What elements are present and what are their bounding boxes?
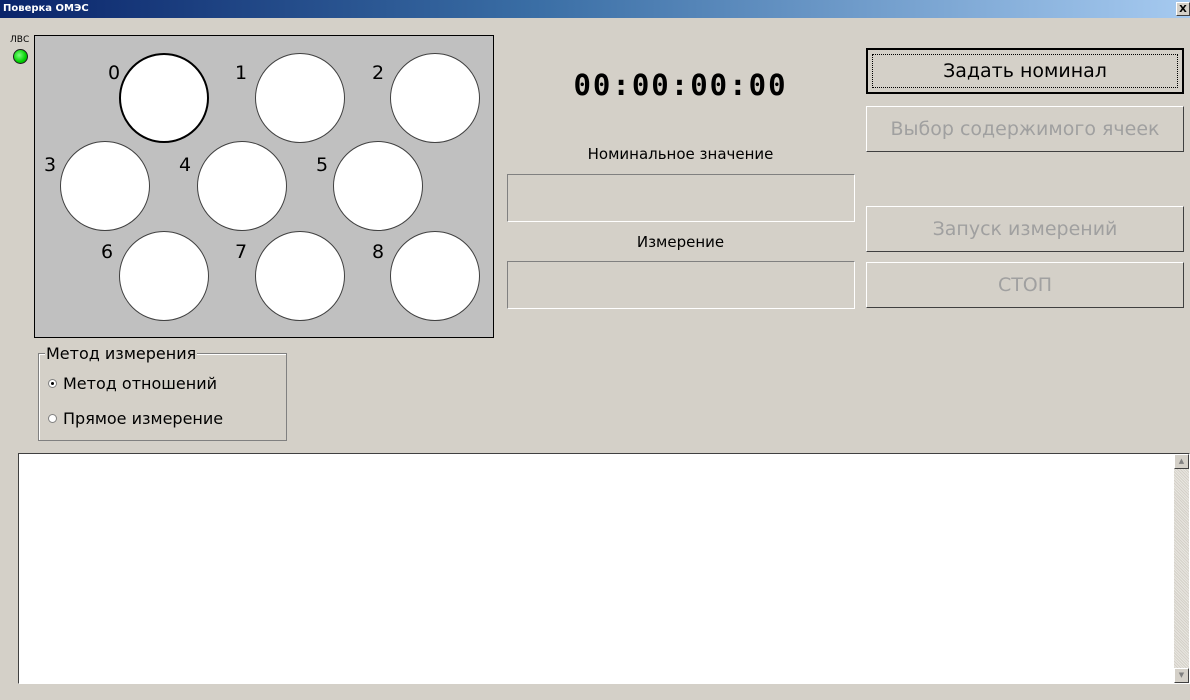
- measurement-method-group: Метод измерения Метод отношений Прямое и…: [38, 344, 287, 441]
- cell-number: 1: [235, 62, 248, 84]
- cell-number: 7: [235, 241, 248, 263]
- select-cells-button[interactable]: Выбор содержимого ячеек: [866, 106, 1184, 152]
- start-measurements-button[interactable]: Запуск измерений: [866, 206, 1184, 252]
- focus-rect: [872, 54, 1178, 88]
- select-cells-button-label: Выбор содержимого ячеек: [890, 118, 1160, 140]
- cell-4[interactable]: [197, 141, 287, 231]
- cell-number: 8: [372, 241, 385, 263]
- title-bar: Поверка ОМЭС X: [0, 0, 1190, 18]
- stop-button[interactable]: СТОП: [866, 262, 1184, 308]
- radio-direct-measurement[interactable]: Прямое измерение: [48, 409, 223, 428]
- stop-button-label: СТОП: [997, 274, 1053, 296]
- cell-3[interactable]: [60, 141, 150, 231]
- cell-number: 0: [108, 62, 121, 84]
- start-measurements-button-label: Запуск измерений: [932, 218, 1118, 240]
- log-textarea[interactable]: ▲ ▼: [18, 453, 1190, 684]
- cell-panel: 0 1 2 3 4 5 6 7 8: [34, 35, 494, 338]
- log-scrollbar[interactable]: ▲ ▼: [1174, 454, 1189, 683]
- cell-5[interactable]: [333, 141, 423, 231]
- cell-number: 3: [44, 154, 57, 176]
- cell-8[interactable]: [390, 231, 480, 321]
- measurement-method-title: Метод измерения: [45, 344, 198, 363]
- radio-ratio-label: Метод отношений: [63, 374, 218, 393]
- scroll-up-icon[interactable]: ▲: [1174, 454, 1189, 469]
- radio-direct-label: Прямое измерение: [63, 409, 224, 428]
- measurement-field[interactable]: [507, 261, 855, 309]
- radio-checked-icon[interactable]: [48, 379, 57, 388]
- cell-6[interactable]: [119, 231, 209, 321]
- window-title: Поверка ОМЭС: [3, 3, 89, 14]
- cell-2[interactable]: [390, 53, 480, 143]
- cell-0[interactable]: [119, 53, 209, 143]
- scroll-down-icon[interactable]: ▼: [1174, 668, 1189, 683]
- radio-unchecked-icon[interactable]: [48, 414, 57, 423]
- cell-number: 6: [101, 241, 114, 263]
- lan-status-led-icon: [13, 49, 28, 64]
- nominal-value-field[interactable]: [507, 174, 855, 222]
- timer-display: 00:00:00:00: [573, 68, 788, 102]
- cell-1[interactable]: [255, 53, 345, 143]
- cell-number: 2: [372, 62, 385, 84]
- cell-number: 4: [179, 154, 192, 176]
- nominal-value-label: Номинальное значение: [587, 145, 774, 163]
- cell-number: 5: [316, 154, 329, 176]
- radio-ratio-method[interactable]: Метод отношений: [48, 374, 217, 393]
- cell-7[interactable]: [255, 231, 345, 321]
- lan-indicator-label: ЛВС: [10, 35, 30, 45]
- measurement-label: Измерение: [636, 233, 725, 251]
- close-button[interactable]: X: [1176, 2, 1190, 16]
- set-nominal-button[interactable]: Задать номинал: [866, 48, 1184, 94]
